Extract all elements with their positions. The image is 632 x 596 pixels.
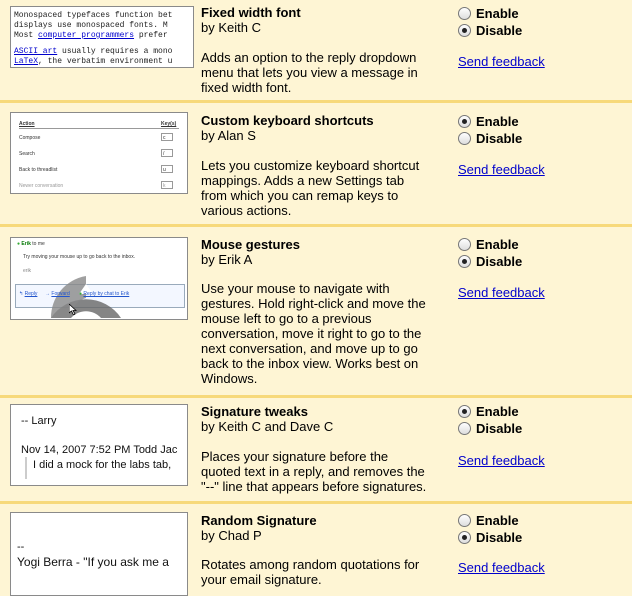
thumb-header-action: Action [19,121,35,127]
disable-radio[interactable]: Disable [458,253,522,270]
enable-radio[interactable]: Enable [458,5,519,22]
radio-button[interactable] [458,115,471,128]
disable-radio[interactable]: Disable [458,130,522,147]
thumb-row-action: Back to threadlist [19,167,58,173]
lab-title: Fixed width font [201,5,301,20]
radio-button[interactable] [458,255,471,268]
thumb-key-box: k [161,181,173,189]
lab-title: Signature tweaks [201,404,308,419]
thumb-line: ASCII art usually requires a mono [14,47,173,56]
lab-thumbnail: Action Key(s) Compose c Search / Back to… [10,112,188,194]
disable-radio[interactable]: Disable [458,529,522,546]
send-feedback-link[interactable]: Send feedback [458,453,545,468]
radio-button[interactable] [458,531,471,544]
disable-radio[interactable]: Disable [458,420,522,437]
thumb-quote: Yogi Berra - "If you ask me a [17,555,169,569]
gesture-wheel-icon [50,276,121,318]
lab-description: Rotates among random quotations for your… [201,557,420,587]
thumb-row-action: Compose [19,135,41,141]
thumb-key-box: u [161,165,173,173]
thumb-row-action: Newer conversation [19,183,64,189]
thumb-chat: ● Reply by chat to Erik [79,291,130,297]
thumb-row-action: Search [19,151,35,157]
enable-radio[interactable]: Enable [458,512,519,529]
enable-radio[interactable]: Enable [458,113,519,130]
lab-description: Use your mouse to navigate with gestures… [201,281,426,386]
lab-custom-keyboard-shortcuts: Action Key(s) Compose c Search / Back to… [0,103,632,227]
lab-title: Random Signature [201,513,317,528]
lab-mouse-gestures: ● Erik to me Try moving your mouse up to… [0,227,632,398]
thumb-dashes: -- [17,541,25,553]
thumb-forward: → Forward [45,291,70,297]
lab-author: by Alan S [201,128,256,143]
send-feedback-link[interactable]: Send feedback [458,285,545,300]
lab-title: Mouse gestures [201,237,300,252]
thumb-header-keys: Key(s) [161,121,177,127]
enable-radio[interactable]: Enable [458,403,519,420]
thumb-reply: ↰ Reply [19,291,38,297]
lab-description: Lets you customize keyboard shortcut map… [201,158,420,218]
send-feedback-link[interactable]: Send feedback [458,162,545,177]
lab-signature-tweaks: -- Larry Nov 14, 2007 7:52 PM Todd Jac I… [0,398,632,504]
lab-thumbnail: Monospaced typefaces function bet displa… [10,6,194,68]
thumb-sig: erik [23,268,32,274]
thumb-sig: -- Larry [21,415,57,427]
radio-button[interactable] [458,405,471,418]
thumb-date: Nov 14, 2007 7:52 PM Todd Jac [21,444,178,456]
radio-button[interactable] [458,7,471,20]
lab-author: by Keith C [201,20,261,35]
thumb-key-box: c [161,133,173,141]
radio-button[interactable] [458,514,471,527]
thumb-sender: ● Erik to me [17,241,45,247]
enable-radio[interactable]: Enable [458,236,519,253]
lab-random-signature: -- Yogi Berra - "If you ask me a Random … [0,504,632,596]
lab-author: by Chad P [201,528,262,543]
radio-button[interactable] [458,238,471,251]
lab-description: Places your signature before the quoted … [201,449,427,494]
lab-thumbnail: ● Erik to me Try moving your mouse up to… [10,237,188,320]
thumb-key-box: / [161,149,173,157]
radio-button[interactable] [458,132,471,145]
lab-title: Custom keyboard shortcuts [201,113,374,128]
lab-fixed-width-font: Monospaced typefaces function bet displa… [0,0,632,103]
thumb-line: Most computer programmers prefer [14,31,168,40]
send-feedback-link[interactable]: Send feedback [458,560,545,575]
lab-author: by Erik A [201,252,253,267]
thumb-line: LaTeX, the verbatim environment u [14,57,173,66]
send-feedback-link[interactable]: Send feedback [458,54,545,69]
cursor-icon [69,304,77,315]
thumb-line: displays use monospaced fonts. M [14,21,168,30]
lab-author: by Keith C and Dave C [201,419,334,434]
lab-description: Adds an option to the reply dropdown men… [201,50,418,95]
lab-thumbnail: -- Yogi Berra - "If you ask me a [10,512,188,596]
radio-button[interactable] [458,24,471,37]
thumb-line: Monospaced typefaces function bet [14,11,173,20]
thumb-quote: I did a mock for the labs tab, [33,459,172,471]
disable-radio[interactable]: Disable [458,22,522,39]
radio-button[interactable] [458,422,471,435]
lab-thumbnail: -- Larry Nov 14, 2007 7:52 PM Todd Jac I… [10,404,188,486]
